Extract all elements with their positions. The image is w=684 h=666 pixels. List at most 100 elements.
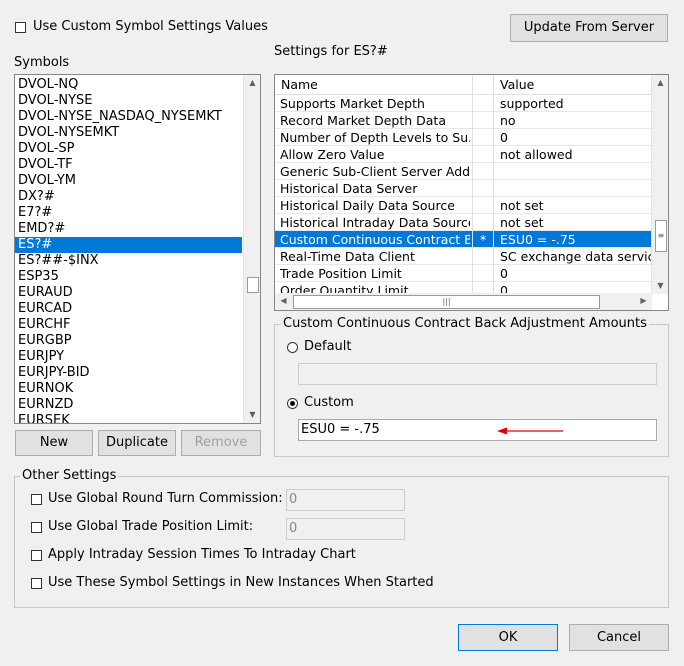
col-value-header[interactable]: Value	[500, 76, 534, 93]
symbol-list-item[interactable]: EURAUD	[18, 285, 73, 301]
symbol-list-item[interactable]: EURSEK	[18, 413, 70, 423]
grid-scroll-down-icon[interactable]: ▼	[652, 278, 668, 294]
setting-name: Real-Time Data Client	[280, 249, 415, 264]
setting-name: Historical Data Server	[280, 181, 418, 196]
setting-name: Historical Daily Data Source	[280, 198, 455, 213]
global-position-limit-checkbox[interactable]	[31, 522, 42, 533]
settings-for-label: Settings for ES?#	[274, 44, 388, 59]
setting-value[interactable]: supported	[500, 95, 652, 112]
symbols-list[interactable]: ▲ ▼ DVOL-NQ DVOL-NYSE DVOL-NYSE_NASDAQ_NYS…	[14, 74, 261, 424]
settings-grid[interactable]: Name Value Order Quantity Limit 0 Trade Po…	[274, 74, 669, 311]
round-turn-field[interactable]: 0	[286, 489, 405, 511]
grid-vscroll[interactable]: ▲ ≡ ▼	[651, 75, 668, 294]
setting-modified-flag	[480, 112, 490, 129]
grid-scrollbar-thumb[interactable]: ≡	[655, 220, 667, 252]
setting-value[interactable]: 0	[500, 129, 652, 146]
grid-header: Name Value	[275, 75, 652, 95]
setting-modified-flag	[480, 163, 490, 180]
setting-modified-flag	[480, 146, 490, 163]
settings-row[interactable]: Record Market Depth Data no	[275, 112, 652, 129]
symbol-list-item[interactable]: EURGBP	[18, 333, 72, 349]
symbol-list-item[interactable]: EURNOK	[18, 381, 73, 397]
setting-value[interactable]	[500, 163, 652, 180]
setting-name: Record Market Depth Data	[280, 113, 446, 128]
symbol-list-item[interactable]: EURNZD	[18, 397, 73, 413]
global-position-limit-label: Use Global Trade Position Limit:	[48, 519, 254, 534]
setting-value[interactable]: not set	[500, 197, 652, 214]
global-round-turn-checkbox[interactable]	[31, 494, 42, 505]
setting-name: Supports Market Depth	[280, 96, 425, 111]
col-name-header[interactable]: Name	[281, 76, 318, 93]
setting-value[interactable]: not allowed	[500, 146, 652, 163]
position-limit-field[interactable]: 0	[286, 518, 405, 540]
symbol-list-item[interactable]: EMD?#	[18, 221, 65, 237]
grid-hscroll[interactable]: ◀ ||| ▶	[275, 293, 652, 310]
cancel-button[interactable]: Cancel	[569, 624, 669, 651]
symbol-list-item[interactable]: ESP35	[18, 269, 59, 285]
other-settings-title: Other Settings	[20, 468, 119, 483]
settings-row[interactable]: Historical Data Server	[275, 180, 652, 197]
setting-name: Historical Intraday Data Source	[280, 215, 470, 230]
symbols-scrollbar[interactable]: ▲ ▼	[243, 75, 260, 423]
setting-name: Custom Continuous Contract B...	[280, 232, 470, 247]
custom-radio[interactable]	[287, 398, 298, 409]
back-adjustment-title: Custom Continuous Contract Back Adjustme…	[281, 316, 649, 331]
symbol-list-item[interactable]: DVOL-NQ	[18, 77, 78, 93]
update-from-server-button[interactable]: Update From Server	[510, 14, 668, 42]
settings-row[interactable]: Real-Time Data Client SC exchange data se…	[275, 248, 652, 265]
use-custom-settings-checkbox[interactable]	[15, 22, 26, 33]
annotation-arrow-icon	[497, 427, 563, 435]
default-radio[interactable]	[287, 342, 298, 353]
symbol-list-item[interactable]: DVOL-NYSE	[18, 93, 93, 109]
scroll-down-icon[interactable]: ▼	[244, 407, 260, 423]
symbol-list-item[interactable]: ES?#	[15, 237, 242, 253]
scrollbar-thumb[interactable]	[247, 277, 259, 293]
custom-value-field[interactable]: ESU0 = -.75	[298, 419, 657, 441]
setting-value[interactable]	[500, 180, 652, 197]
symbol-list-item[interactable]: EURCAD	[18, 301, 72, 317]
grid-scroll-left-icon[interactable]: ◀	[275, 293, 292, 309]
symbol-list-item[interactable]: EURCHF	[18, 317, 70, 333]
ok-button[interactable]: OK	[458, 624, 558, 651]
default-value-field[interactable]	[298, 363, 657, 385]
setting-modified-flag	[480, 197, 490, 214]
setting-modified-flag: *	[480, 232, 487, 247]
symbol-list-item[interactable]: DX?#	[18, 189, 55, 205]
setting-value[interactable]: 0	[500, 265, 652, 282]
symbol-list-item[interactable]: EURJPY	[18, 349, 64, 365]
settings-row[interactable]: Allow Zero Value not allowed	[275, 146, 652, 163]
settings-row[interactable]: Supports Market Depth supported	[275, 95, 652, 112]
settings-row[interactable]: Generic Sub-Client Server Add...	[275, 163, 652, 180]
setting-value[interactable]: no	[500, 112, 652, 129]
symbol-list-item[interactable]: EURJPY-BID	[18, 365, 90, 381]
settings-row[interactable]: Number of Depth Levels to Su... 0	[275, 129, 652, 146]
symbol-list-item[interactable]: DVOL-SP	[18, 141, 74, 157]
remove-button[interactable]: Remove	[181, 430, 261, 456]
use-custom-settings-label: Use Custom Symbol Settings Values	[33, 19, 268, 34]
settings-row[interactable]: Trade Position Limit 0	[275, 265, 652, 282]
settings-row[interactable]: Historical Intraday Data Source not set	[275, 214, 652, 231]
scroll-up-icon[interactable]: ▲	[244, 75, 260, 91]
symbols-label: Symbols	[14, 55, 70, 70]
setting-value[interactable]: ESU0 = -.75	[500, 231, 652, 248]
new-instances-checkbox[interactable]	[31, 578, 42, 589]
setting-name: Generic Sub-Client Server Add...	[280, 164, 470, 179]
grid-scroll-up-icon[interactable]: ▲	[652, 75, 668, 91]
session-times-checkbox[interactable]	[31, 550, 42, 561]
symbol-list-item[interactable]: DVOL-NYSE_NASDAQ_NYSEMKT	[18, 109, 222, 125]
symbol-list-item[interactable]: DVOL-YM	[18, 173, 76, 189]
setting-name: Number of Depth Levels to Su...	[280, 130, 470, 145]
symbol-list-item[interactable]: E7?#	[18, 205, 52, 221]
setting-value[interactable]: not set	[500, 214, 652, 231]
settings-row[interactable]: Historical Daily Data Source not set	[275, 197, 652, 214]
settings-row[interactable]: Custom Continuous Contract B... * ESU0 = -…	[275, 231, 652, 248]
new-button[interactable]: New	[15, 430, 93, 456]
symbol-list-item[interactable]: DVOL-NYSEMKT	[18, 125, 119, 141]
symbol-list-item[interactable]: ES?##-$INX	[18, 253, 99, 269]
duplicate-button[interactable]: Duplicate	[98, 430, 176, 456]
setting-value[interactable]: SC exchange data servic	[500, 248, 652, 265]
default-radio-label: Default	[304, 339, 352, 354]
symbol-list-item[interactable]: DVOL-TF	[18, 157, 73, 173]
grid-scroll-right-icon[interactable]: ▶	[635, 293, 652, 309]
grid-hscroll-thumb[interactable]: |||	[293, 295, 600, 309]
